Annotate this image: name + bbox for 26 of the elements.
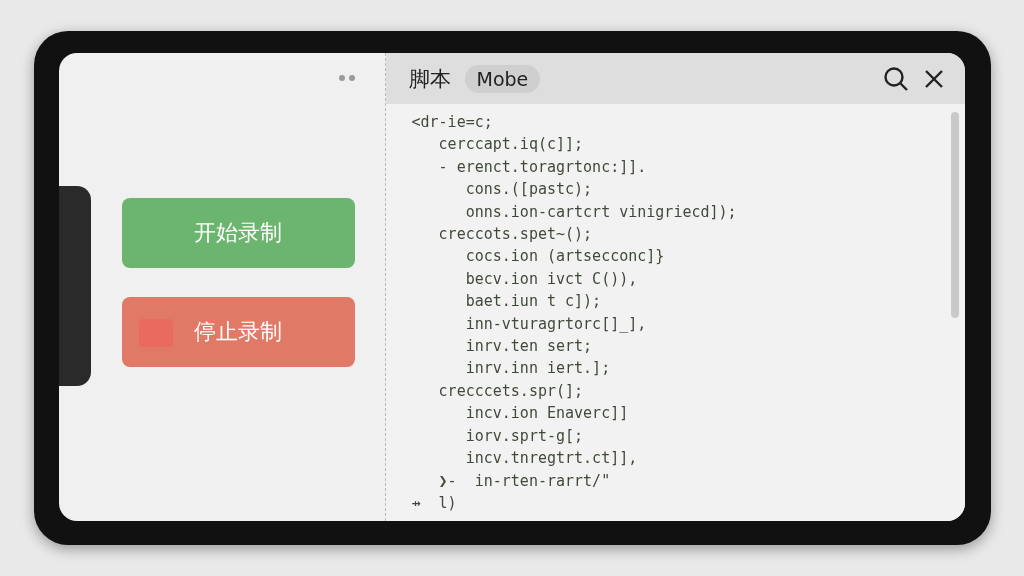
dots-icon[interactable] <box>338 75 357 81</box>
code-line: becv.ion ivct C()), <box>464 268 639 290</box>
code-line: crecccets.spr(]; <box>437 380 585 402</box>
close-icon[interactable] <box>922 67 945 90</box>
code-line: - erenct.toragrtonc:]]. <box>437 156 648 178</box>
scrollbar[interactable] <box>950 112 959 318</box>
panel-title: 脚本 <box>408 65 451 93</box>
search-icon[interactable] <box>882 65 909 92</box>
code-line: baet.iun t c]); <box>464 291 603 313</box>
code-line: ⇸ l) <box>411 492 458 514</box>
code-line: onns.ion-cartcrt vinigriecd]); <box>464 201 738 223</box>
code-line: inn-vturagrtorc[]_], <box>464 313 648 335</box>
code-line: iorv.sprt-g[; <box>464 425 585 447</box>
tag-chip[interactable]: Mobe <box>464 64 541 93</box>
record-button[interactable]: 停止录制 <box>121 296 355 367</box>
record-button[interactable]: 开始录制 <box>121 197 355 268</box>
code-line: cons.([pastc); <box>464 179 594 201</box>
code-line: <dr-ie=c; <box>411 112 494 133</box>
code-line: incv.ion Enaverc]] <box>464 403 630 425</box>
code-line: inrv.inn iert.]; <box>464 358 612 380</box>
code-line: incv.tnregtrt.ct]], <box>464 448 639 470</box>
code-line: cocs.ion (artsecconc]} <box>464 246 666 268</box>
code-line: cerccapt.iq(c]]; <box>437 134 585 156</box>
code-line: creccots.spet~(); <box>437 224 594 246</box>
code-line: ❯- in-rten-rarrt/" <box>437 470 612 492</box>
code-line: inrv.ten sert; <box>464 336 594 358</box>
